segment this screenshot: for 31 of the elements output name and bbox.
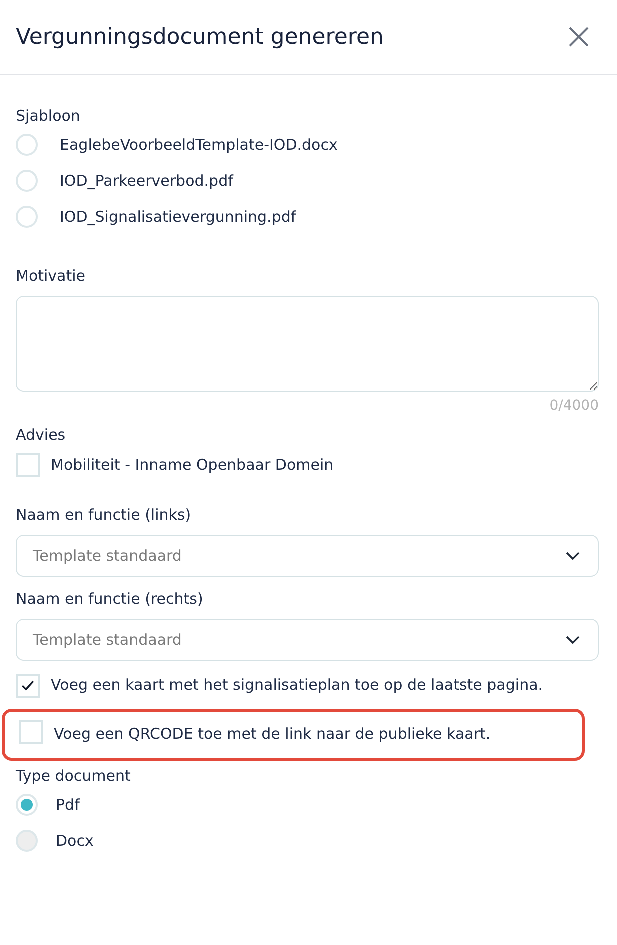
field-label: Advies	[16, 425, 67, 446]
chevron-down-icon	[566, 552, 580, 560]
select-field[interactable]: Template standaard	[16, 619, 599, 661]
checkbox[interactable]	[16, 453, 40, 477]
field-label: Naam en functie (links)	[16, 505, 192, 526]
option-label: Voeg een QRCODE toe met de link naar de publieke kaart.	[54, 725, 491, 743]
close-icon[interactable]	[568, 26, 590, 48]
option-label: EaglebeVoorbeeldTemplate-IOD.docx	[60, 136, 338, 154]
radio-button[interactable]	[16, 134, 38, 156]
option-label: Voeg een kaart met het signalisatieplan toe op de laatste pagina.	[51, 676, 544, 694]
field-label: Type document	[16, 766, 132, 787]
option-label: IOD_Signalisatievergunning.pdf	[60, 208, 296, 226]
radio-button[interactable]	[16, 794, 38, 816]
radio-button[interactable]	[16, 206, 38, 228]
radio-button[interactable]	[16, 170, 38, 192]
option-label: IOD_Parkeerverbod.pdf	[60, 172, 234, 190]
option-label: Pdf	[56, 796, 80, 814]
select-field[interactable]: Template standaard	[16, 535, 599, 577]
select-placeholder: Template standaard	[33, 631, 182, 649]
chevron-down-icon	[566, 636, 580, 644]
option-label: Mobiliteit - Inname Openbaar Domein	[51, 455, 334, 476]
checkbox[interactable]	[19, 720, 43, 744]
field-label: Sjabloon	[16, 106, 82, 127]
field-label: Naam en functie (rechts)	[16, 589, 204, 610]
motivation-textarea[interactable]	[16, 296, 599, 392]
character-counter: 0/4000	[548, 398, 599, 414]
dialog-title: Vergunningsdocument genereren	[16, 24, 384, 50]
checkbox[interactable]	[16, 674, 40, 698]
option-label: Docx	[56, 832, 94, 850]
select-placeholder: Template standaard	[33, 547, 182, 565]
field-label: Motivatie	[16, 266, 87, 287]
